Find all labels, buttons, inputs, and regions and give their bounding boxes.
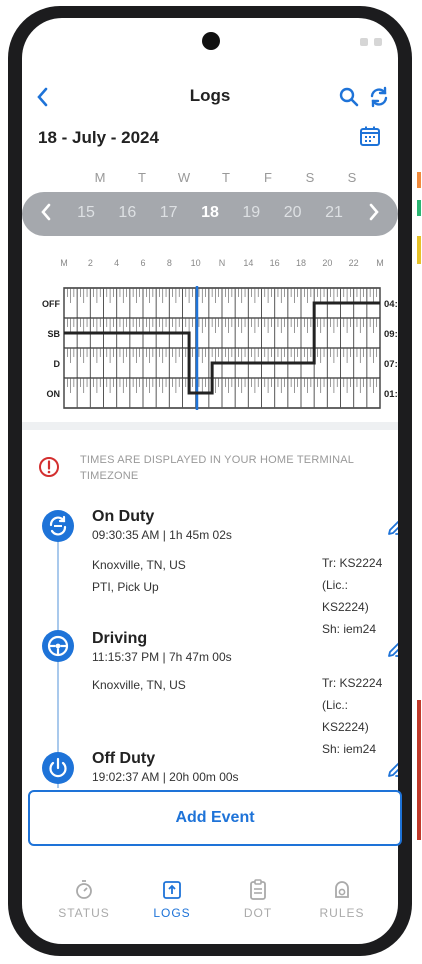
event-truck: Tr: KS2224: [322, 556, 383, 570]
chart-row-total: 01:45: [384, 389, 398, 400]
weekday-label: W: [177, 170, 191, 185]
hour-tick-label: 2: [87, 258, 93, 268]
stopwatch-icon: [76, 880, 92, 899]
edit-icon[interactable]: [386, 636, 398, 658]
nav-logs[interactable]: LOGS: [132, 878, 212, 920]
on-duty-icon: [49, 515, 67, 536]
hour-tick-label: 6: [140, 258, 146, 268]
duty-status-chart: OFF 04:57 SB 09:31 D 07:47 ON 01:45: [42, 286, 398, 410]
next-week-button[interactable]: [368, 202, 380, 228]
app-bar: Logs: [22, 82, 398, 112]
weekday-label: T: [138, 170, 146, 185]
phone-frame: Logs 18 - July - 2024 M T W T F S S 15 1…: [8, 6, 412, 956]
weekday-label: M: [94, 170, 106, 185]
day-18-selected[interactable]: 18: [198, 204, 222, 222]
event-details: Tr: KS2224 (Lic.: KS2224) Sh: iem24: [322, 672, 398, 760]
edit-icon[interactable]: [386, 514, 398, 536]
chart-hour-labels: M 2 4 6 8 10 N 14 16 18 20 22 M: [54, 258, 384, 272]
day-21[interactable]: 21: [322, 204, 346, 222]
hour-tick-label: M: [376, 258, 384, 268]
timezone-notice-text: TIMES ARE DISPLAYED IN YOUR HOME TERMINA…: [80, 454, 354, 482]
weekday-labels: M T W T F S S: [90, 170, 362, 185]
edge-marker: [417, 172, 421, 188]
nav-dot-label: DOT: [243, 906, 273, 920]
event-off-duty-badge: [42, 752, 74, 784]
event-title: On Duty: [92, 508, 155, 525]
timeline-line: [57, 538, 59, 788]
weekday-label: S: [347, 170, 357, 185]
logs-upload-icon: [163, 881, 181, 899]
bottom-navigation: STATUS LOGS DOT RULES: [22, 878, 398, 938]
day-15[interactable]: 15: [74, 204, 98, 222]
event-time: 11:15:37 PM | 7h 47m 00s: [92, 650, 232, 664]
chart-row-label: SB: [47, 329, 60, 339]
chart-row-label: OFF: [42, 299, 60, 309]
weekday-label: F: [264, 170, 272, 185]
prev-week-button[interactable]: [40, 202, 52, 228]
add-event-button[interactable]: Add Event: [28, 790, 402, 846]
chart-row-label: D: [54, 359, 61, 369]
day-20[interactable]: 20: [281, 204, 305, 222]
event-location: Knoxville, TN, US: [92, 558, 186, 572]
event-truck: Tr: KS2224: [322, 676, 383, 690]
nav-rules-label: RULES: [319, 906, 365, 920]
chart-row-label: ON: [47, 389, 61, 399]
chevron-left-icon: [41, 203, 51, 221]
steering-wheel-icon: [47, 635, 69, 657]
calendar-icon[interactable]: [358, 124, 382, 148]
event-title: Driving: [92, 630, 148, 647]
search-icon[interactable]: [338, 86, 360, 108]
selected-date: 18 - July - 2024: [38, 128, 159, 147]
weekday-label: S: [305, 170, 315, 185]
event-driving-badge: [42, 630, 74, 662]
event-on-duty-badge: [42, 510, 74, 542]
event-title: Off Duty: [92, 750, 156, 767]
nav-rules[interactable]: RULES: [302, 878, 382, 920]
day-19[interactable]: 19: [239, 204, 263, 222]
chevron-right-icon: [369, 203, 379, 221]
clipboard-icon: [250, 879, 266, 900]
section-divider: [22, 422, 398, 430]
hour-tick-label: 10: [190, 258, 201, 268]
rules-icon: [335, 881, 349, 898]
chart-row-total: 09:31: [384, 329, 398, 340]
chart-row-total: 04:57: [384, 299, 398, 310]
camera-cutout: [202, 32, 220, 50]
edge-marker: [417, 236, 421, 264]
alert-circle-icon: [39, 457, 59, 477]
nav-status[interactable]: STATUS: [44, 878, 124, 920]
edge-marker: [417, 700, 421, 840]
hour-tick-label: M: [60, 258, 68, 268]
hour-tick-label: 20: [322, 258, 333, 268]
hour-tick-label: 14: [243, 258, 254, 268]
edge-marker: [417, 200, 421, 216]
edit-icon[interactable]: [386, 756, 398, 778]
event-note: PTI, Pick Up: [92, 580, 159, 594]
hour-tick-label: 8: [166, 258, 172, 268]
nav-dot[interactable]: DOT: [218, 878, 298, 920]
chart-row-total: 07:47: [384, 359, 398, 370]
hour-tick-label: 4: [114, 258, 120, 268]
sync-icon[interactable]: [368, 86, 390, 108]
nav-status-label: STATUS: [58, 906, 110, 920]
hour-tick-label: N: [218, 258, 226, 268]
day-17[interactable]: 17: [157, 204, 181, 222]
event-license: (Lic.: KS2224): [322, 698, 369, 734]
event-details: Tr: KS2224 (Lic.: KS2224) Sh: iem24: [322, 552, 398, 640]
week-selector: 15 16 17 18 19 20 21: [22, 192, 398, 236]
nav-logs-label: LOGS: [153, 906, 191, 920]
day-16[interactable]: 16: [115, 204, 139, 222]
event-license: (Lic.: KS2224): [322, 578, 369, 614]
event-time: 19:02:37 AM | 20h 00m 00s: [92, 770, 239, 784]
hour-tick-label: 16: [269, 258, 280, 268]
status-bar-icons: [360, 38, 382, 46]
weekday-label: T: [222, 170, 230, 185]
event-time: 09:30:35 AM | 1h 45m 02s: [92, 528, 232, 542]
hour-tick-label: 18: [295, 258, 307, 268]
power-icon: [49, 757, 67, 778]
event-location: Knoxville, TN, US: [92, 678, 186, 692]
week-days: 15 16 17 18 19 20 21: [74, 204, 346, 222]
hour-tick-label: 22: [348, 258, 359, 268]
